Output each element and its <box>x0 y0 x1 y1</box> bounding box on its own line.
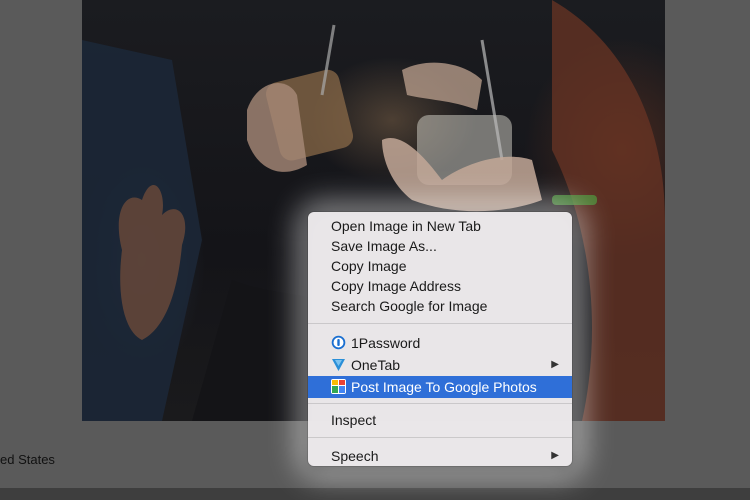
page-bottom-band <box>0 488 750 500</box>
menu-item-open-image-new-tab[interactable]: Open Image in New Tab <box>308 216 572 236</box>
menu-item-copy-image-address[interactable]: Copy Image Address <box>308 276 572 296</box>
menu-separator <box>308 323 572 324</box>
menu-separator <box>308 403 572 404</box>
menu-item-label: Open Image in New Tab <box>331 218 481 234</box>
menu-item-label: Copy Image <box>331 258 407 274</box>
menu-item-label: Speech <box>331 448 379 464</box>
menu-item-label: OneTab <box>351 357 401 373</box>
menu-separator <box>308 437 572 438</box>
menu-item-search-google-for-image[interactable]: Search Google for Image <box>308 296 572 316</box>
menu-item-onetab[interactable]: OneTab ▶ <box>308 354 572 376</box>
menu-item-label: Search Google for Image <box>331 298 488 314</box>
submenu-arrow-icon: ▶ <box>551 450 559 461</box>
menu-item-label: Copy Image Address <box>331 278 461 294</box>
menu-item-inspect[interactable]: Inspect <box>308 410 572 430</box>
onetab-icon <box>331 356 346 371</box>
submenu-arrow-icon: ▶ <box>551 359 559 370</box>
menu-item-save-image-as[interactable]: Save Image As... <box>308 236 572 256</box>
footer-location-text: ed States <box>0 452 55 467</box>
menu-item-label: Post Image To Google Photos <box>351 379 537 395</box>
menu-item-label: Save Image As... <box>331 238 437 254</box>
menu-item-label: Inspect <box>331 412 377 428</box>
menu-item-post-image-google-photos[interactable]: Post Image To Google Photos <box>308 376 572 398</box>
menu-item-label: 1Password <box>351 335 421 351</box>
1password-icon <box>331 334 346 350</box>
menu-item-1password[interactable]: 1Password <box>308 332 572 354</box>
google-photos-icon <box>331 378 346 394</box>
menu-item-copy-image[interactable]: Copy Image <box>308 256 572 276</box>
menu-item-speech[interactable]: Speech ▶ <box>308 446 572 466</box>
context-menu: Open Image in New Tab Save Image As... C… <box>308 212 572 466</box>
